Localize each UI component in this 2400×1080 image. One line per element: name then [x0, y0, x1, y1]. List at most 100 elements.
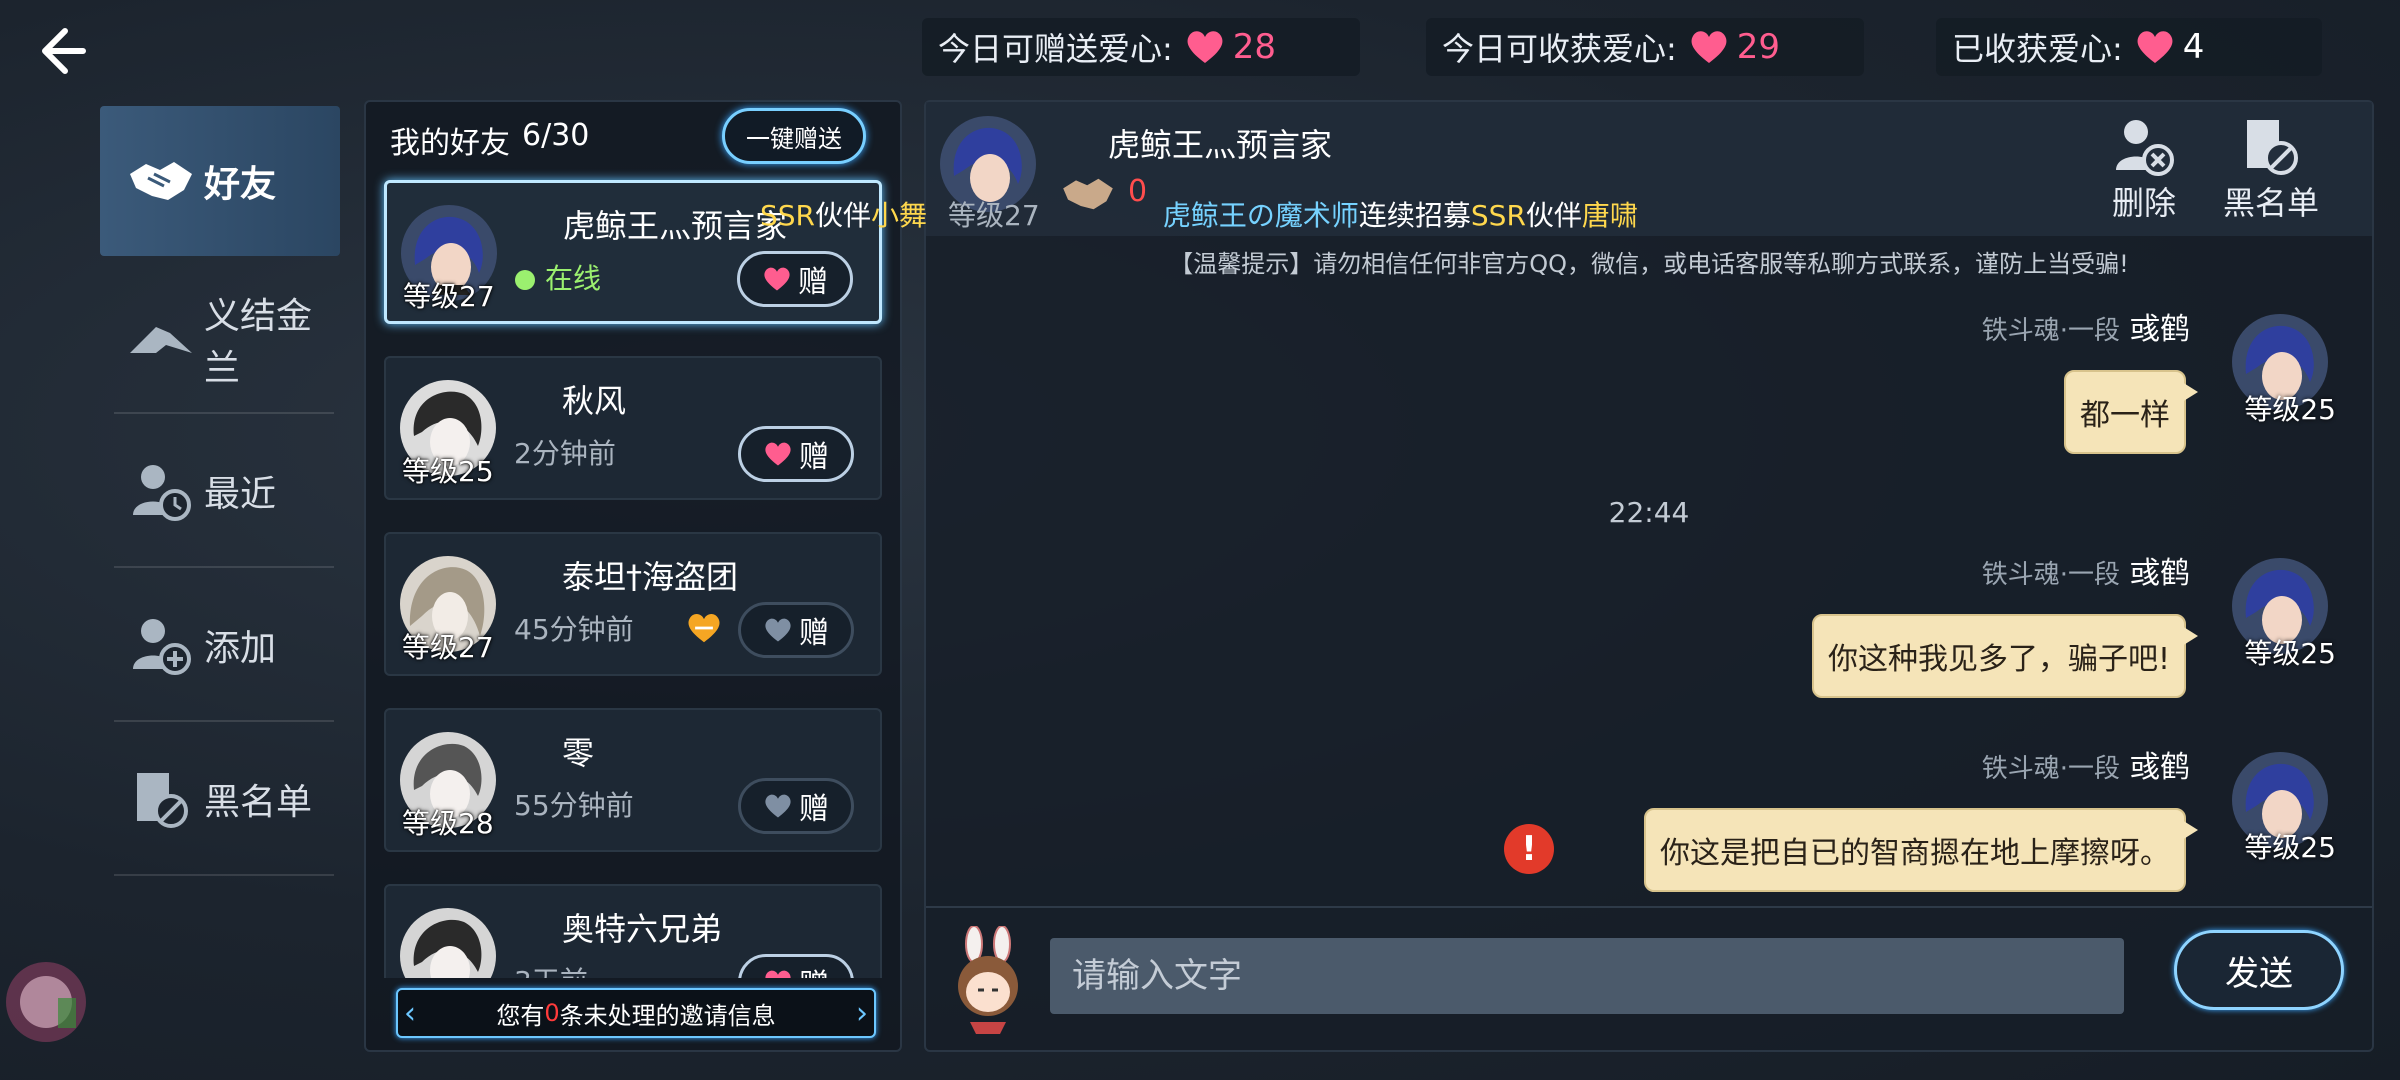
- invite-count: 0: [544, 999, 560, 1027]
- floating-assistant-icon[interactable]: [0, 942, 92, 1060]
- nav-item-label: 添加: [204, 628, 277, 669]
- friend-card[interactable]: 奥特六兄弟 3天前 赠: [384, 884, 882, 978]
- gift-all-button[interactable]: 一键赠送: [722, 108, 866, 164]
- invite-notice-bar[interactable]: ‹ 您有 0 条未处理的邀请信息 ›: [396, 988, 876, 1038]
- stat-received-label: 已收获爱心:: [1952, 30, 2123, 68]
- avatar: [400, 908, 496, 978]
- invite-suffix: 条未处理的邀请信息: [559, 1001, 776, 1030]
- message-bubble: 都一样: [2064, 370, 2198, 454]
- friend-card[interactable]: 等级25 秋风 2分钟前 赠: [384, 356, 882, 500]
- sender-level: 等级25: [2244, 637, 2336, 670]
- nav-item-friends[interactable]: 好友: [100, 106, 340, 256]
- heart-icon: [1187, 31, 1223, 63]
- sender-name: 彧鹤: [2130, 556, 2190, 591]
- message-bubble: 你这是把自已的智商摁在地上摩擦呀。: [1644, 808, 2198, 892]
- heart-icon: [765, 970, 791, 978]
- friend-name: 秋风: [562, 382, 627, 420]
- friends-count: 6/30: [522, 118, 590, 153]
- friend-status: 45分钟前: [514, 613, 634, 646]
- message-meta: 铁斗魂·一段 彧鹤: [1982, 304, 2190, 348]
- friend-card[interactable]: 等级27 泰坦†海盗团 45分钟前 赠: [384, 532, 882, 676]
- ticker-player: 虎鲸王の魔术师: [1162, 199, 1359, 232]
- nav-item-label: 好友: [204, 164, 277, 205]
- chevron-right-icon: ›: [856, 995, 868, 1031]
- invite-prefix: 您有: [496, 1001, 545, 1030]
- blacklist-icon: [126, 764, 196, 834]
- nav-item-label: 义结金兰: [204, 296, 313, 389]
- blacklist-button[interactable]: 黑名单: [2206, 114, 2336, 234]
- friend-level: 等级27: [402, 631, 494, 664]
- stat-can-receive: 今日可收获爱心: 29: [1426, 18, 1864, 76]
- sender-rank: 铁斗魂·一段: [1981, 316, 2120, 346]
- ticker-text: 伙伴: [1525, 199, 1582, 232]
- heart-icon: [765, 794, 791, 818]
- recent-icon: [126, 456, 196, 526]
- friend-card[interactable]: 等级28 零 55分钟前 赠: [384, 708, 882, 852]
- friend-level: 等级27: [403, 280, 495, 313]
- nav-item-brotherhood[interactable]: 义结金兰: [100, 264, 340, 414]
- arrow-left-icon: [42, 28, 86, 74]
- sender-name: 彧鹤: [2130, 750, 2190, 785]
- send-failed-icon[interactable]: !: [1504, 824, 1554, 874]
- friend-status: 在线: [515, 257, 601, 297]
- ticker-partner: 小舞: [871, 199, 928, 232]
- gift-button-label: 赠: [799, 792, 829, 827]
- chat-input-bar: 发送: [926, 906, 2372, 1054]
- left-nav: 好友 义结金兰 最近 添加 黑名单: [100, 104, 340, 884]
- friend-level: 等级28: [402, 807, 494, 840]
- blacklist-icon: [2247, 120, 2298, 175]
- stat-can-receive-label: 今日可收获爱心:: [1442, 30, 1677, 68]
- blacklist-label: 黑名单: [2222, 184, 2319, 222]
- heart-icon: [1691, 31, 1727, 63]
- chat-input[interactable]: [1050, 938, 2124, 1014]
- handshake-icon: [126, 146, 196, 216]
- friends-panel: 我的好友 6/30 一键赠送 等级27 虎鲸王灬预言家 在线 赠 等级25 秋风…: [364, 100, 902, 1052]
- sender-level: 等级25: [2244, 393, 2336, 426]
- send-button[interactable]: 发送: [2174, 930, 2344, 1010]
- ticker-rarity: SSR: [1470, 199, 1526, 232]
- safety-tip: 【温馨提示】请勿相信任何非官方QQ，微信，或电话客服等私聊方式联系，谨防上当受骗…: [1169, 250, 2129, 278]
- ticker-rarity: SSR: [760, 199, 816, 232]
- nav-divider: [114, 874, 334, 876]
- nav-item-blacklist[interactable]: 黑名单: [100, 724, 340, 874]
- friend-name: 奥特六兄弟: [562, 910, 723, 948]
- nav-divider: [114, 566, 334, 568]
- nav-divider: [114, 412, 334, 414]
- sender-level: 等级25: [2244, 831, 2336, 864]
- sender-rank: 铁斗魂·一段: [1981, 754, 2120, 784]
- gift-button-label: 赠: [798, 265, 828, 300]
- friend-status: 55分钟前: [514, 789, 634, 822]
- nav-item-label: 黑名单: [204, 782, 313, 823]
- mascot-icon: [944, 925, 1032, 1036]
- message-meta: 铁斗魂·一段 彧鹤: [1982, 548, 2190, 592]
- back-button[interactable]: [28, 18, 94, 84]
- ticker-text: 伙伴: [815, 199, 872, 232]
- ticker-text: 连续招募: [1358, 199, 1471, 232]
- gift-button[interactable]: 赠: [738, 426, 854, 482]
- friend-status: 3天前: [514, 960, 588, 978]
- friends-title: 我的好友: [390, 126, 510, 161]
- heart-icon: [764, 267, 790, 291]
- gift-button[interactable]: 赠: [738, 954, 854, 978]
- chat-partner-name: 虎鲸王灬预言家: [1108, 126, 1333, 164]
- chat-panel: 等级27 虎鲸王灬预言家 0 删除 黑名单 【温馨提示】请勿相信任何非官方QQ，…: [924, 100, 2374, 1052]
- friend-status: 2分钟前: [514, 437, 616, 470]
- brotherhood-icon: [126, 304, 196, 374]
- gift-button-label: 赠: [799, 440, 829, 475]
- heart-icon: [2137, 31, 2173, 63]
- gift-button[interactable]: 赠: [738, 602, 854, 658]
- chevron-left-icon: ‹: [404, 995, 416, 1031]
- gift-button[interactable]: 赠: [737, 251, 853, 307]
- add-friend-icon: [126, 610, 196, 680]
- ticker-partner: 唐啸: [1581, 199, 1638, 232]
- heart-gift-received-icon: [686, 612, 722, 648]
- chat-timestamp: 22:44: [1608, 496, 1690, 529]
- friend-name: 泰坦†海盗团: [562, 558, 739, 596]
- nav-item-recent[interactable]: 最近: [100, 416, 340, 566]
- gift-button[interactable]: 赠: [738, 778, 854, 834]
- message-meta: 铁斗魂·一段 彧鹤: [1982, 742, 2190, 786]
- stat-can-receive-value: 29: [1736, 27, 1781, 67]
- friend-name: 零: [562, 734, 595, 772]
- nav-item-add[interactable]: 添加: [100, 570, 340, 720]
- delete-friend-icon: [2116, 120, 2174, 176]
